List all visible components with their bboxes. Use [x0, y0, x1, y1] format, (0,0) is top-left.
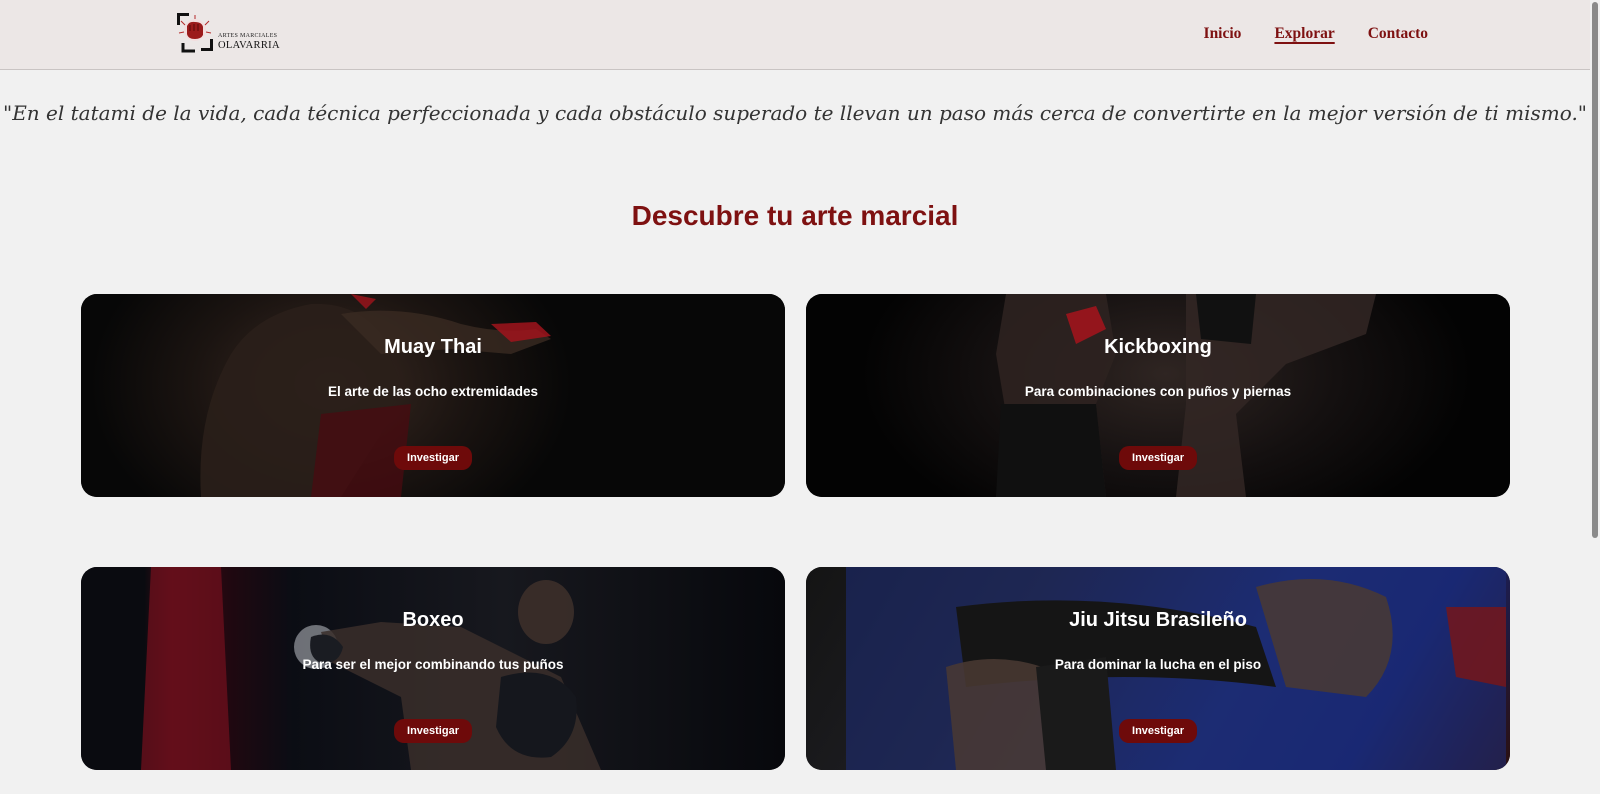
card-description: Para ser el mejor combinando tus puños [302, 657, 564, 672]
card-title: Jiu Jitsu Brasileño [1069, 609, 1247, 631]
investigar-button[interactable]: Investigar [394, 446, 472, 470]
section-title: Descubre tu arte marcial [631, 200, 959, 231]
navbar: ARTES MARCIALES OLAVARRIA Inicio Explora… [0, 0, 1590, 70]
card-jiu-jitsu-brasileno[interactable]: Jiu Jitsu Brasileño Para dominar la luch… [806, 567, 1510, 770]
investigar-button[interactable]: Investigar [1119, 446, 1197, 470]
main-nav: Inicio Explorar Contacto [1204, 25, 1428, 43]
card-description: El arte de las ocho extremidades [327, 384, 539, 399]
page-scrollbar[interactable] [1590, 0, 1600, 794]
card-kickboxing[interactable]: Kickboxing Para combinaciones con puños … [806, 294, 1510, 497]
brand-logo[interactable]: ARTES MARCIALES OLAVARRIA [175, 11, 280, 55]
card-boxeo[interactable]: Boxeo Para ser el mejor combinando tus p… [81, 567, 785, 770]
card-title: Kickboxing [1104, 336, 1212, 358]
card-title: Muay Thai [384, 336, 482, 358]
investigar-button[interactable]: Investigar [1119, 719, 1197, 743]
card-title: Boxeo [402, 609, 464, 631]
card-description: Para dominar la lucha en el piso [1054, 657, 1262, 672]
investigar-button[interactable]: Investigar [394, 719, 472, 743]
nav-link-explorar[interactable]: Explorar [1274, 25, 1334, 43]
card-description: Para combinaciones con puños y piernas [1024, 384, 1292, 399]
scrollbar-thumb[interactable] [1592, 2, 1598, 538]
card-muay-thai[interactable]: Muay Thai El arte de las ocho extremidad… [81, 294, 785, 497]
motivational-quote: "En el tatami de la vida, cada técnica p… [3, 101, 1587, 125]
nav-link-contacto[interactable]: Contacto [1368, 25, 1428, 43]
brand-tagline: ARTES MARCIALES [218, 33, 278, 39]
brand-name: OLAVARRIA [218, 40, 280, 51]
nav-link-inicio[interactable]: Inicio [1204, 25, 1242, 43]
fist-logo-icon [177, 13, 213, 53]
